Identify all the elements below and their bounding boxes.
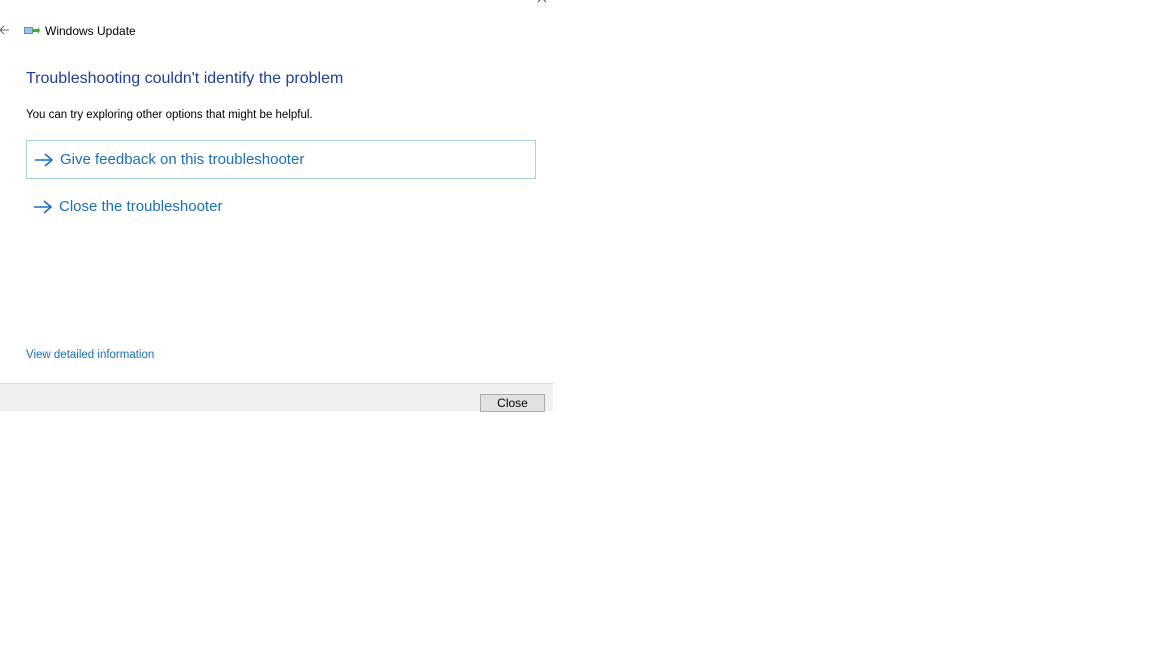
give-feedback-label: Give feedback on this troubleshooter (60, 151, 305, 168)
arrow-right-icon (35, 152, 54, 167)
give-feedback-option[interactable]: Give feedback on this troubleshooter (26, 140, 536, 179)
arrow-right-icon (34, 199, 53, 214)
windows-update-icon (24, 27, 40, 34)
dialog-footer: Close (0, 383, 553, 412)
troubleshooter-dialog: Windows Update Troubleshooting couldn't … (0, 0, 553, 412)
close-troubleshooter-label: Close the troubleshooter (59, 198, 223, 215)
page-heading: Troubleshooting couldn't identify the pr… (26, 70, 344, 87)
close-icon[interactable] (533, 0, 551, 8)
window-title: Windows Update (45, 24, 136, 38)
title-bar: Windows Update (24, 22, 136, 40)
back-arrow-icon[interactable] (0, 24, 10, 36)
close-button[interactable]: Close (480, 394, 545, 412)
view-detailed-information-link[interactable]: View detailed information (26, 349, 154, 361)
close-troubleshooter-option[interactable]: Close the troubleshooter (26, 187, 536, 226)
page-subtext: You can try exploring other options that… (26, 109, 313, 121)
